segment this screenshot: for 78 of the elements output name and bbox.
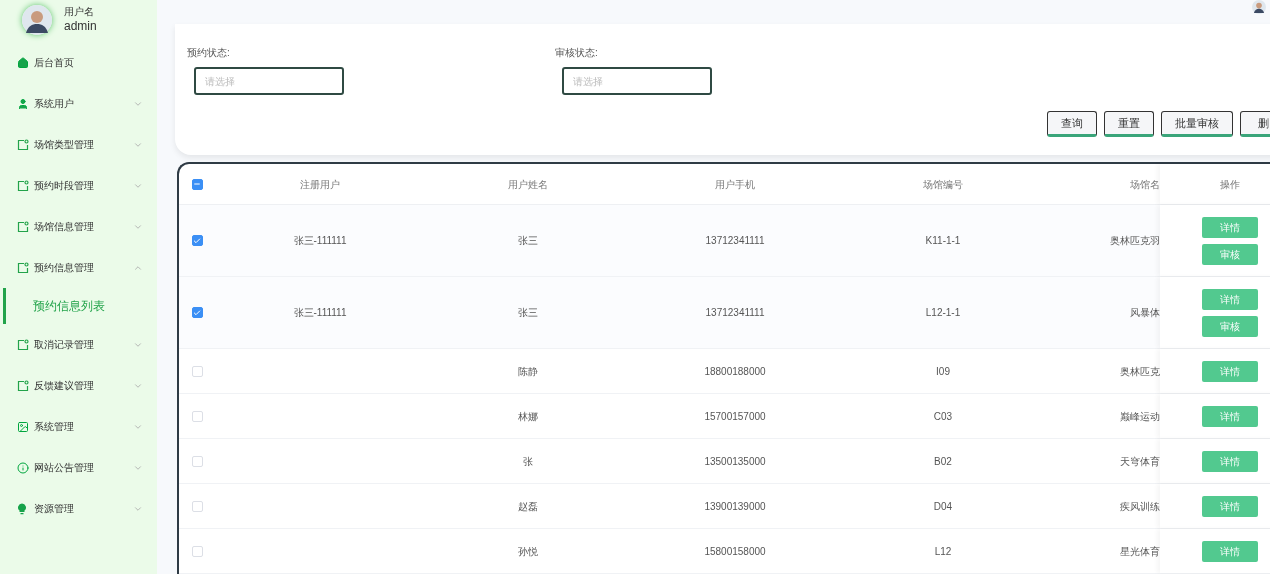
checkbox[interactable] <box>191 235 203 246</box>
table-cell: 张三-111111 <box>293 235 347 246</box>
table-cell: 林娜 <box>517 410 538 422</box>
menu-item[interactable]: 场馆类型管理 <box>0 124 157 165</box>
column-header: 场馆编号 <box>923 178 963 190</box>
table-cell: 15800158000 <box>704 545 766 557</box>
table-cell: 星光体育 <box>1120 545 1160 557</box>
table-cell: 13900139000 <box>704 500 766 512</box>
table-row[interactable]: 张三-111111 张三 13712341111 K11-1-1 奥林匹克羽 详情 审核 <box>179 205 1270 277</box>
menu-item[interactable]: 场馆信息管理 <box>0 206 157 247</box>
note-icon <box>17 138 29 151</box>
note-icon <box>17 261 29 274</box>
table-cell: D04 <box>933 500 953 512</box>
check-icon <box>193 308 201 317</box>
table-cell: B02 <box>934 455 952 467</box>
table-cell: 奥林匹克 <box>1120 365 1160 377</box>
menu-item[interactable]: 后台首页 <box>0 42 157 83</box>
note-icon <box>17 220 29 233</box>
menu-item[interactable]: 反馈建议管理 <box>0 365 157 406</box>
column-header: 场馆名 <box>1130 178 1160 190</box>
column-header: 操作 <box>1220 177 1240 192</box>
menu-item[interactable]: 网站公告管理 <box>0 447 157 488</box>
filter-label: 审核状态: <box>555 46 599 60</box>
avatar <box>22 5 52 35</box>
table-cell: L12 <box>934 545 952 557</box>
table-cell: 张 <box>522 455 533 467</box>
note-icon <box>17 338 29 351</box>
action-button[interactable]: 批量审核 <box>1161 111 1233 137</box>
note-icon <box>17 379 29 392</box>
checkbox[interactable] <box>191 307 203 318</box>
table-cell: 15700157000 <box>704 410 766 422</box>
select-field[interactable]: 请选择 <box>194 67 344 95</box>
table-cell: 奥林匹克羽 <box>1110 235 1160 246</box>
info-icon <box>17 461 29 474</box>
minus-icon <box>193 180 201 188</box>
table-cell: 陈静 <box>517 365 538 377</box>
menu-item[interactable]: 资源管理 <box>0 488 157 529</box>
menu-item[interactable]: 预约时段管理 <box>0 165 157 206</box>
note-icon <box>17 179 29 192</box>
menu-item[interactable]: 系统管理 <box>0 406 157 447</box>
menu-item[interactable]: 系统用户 <box>0 83 157 124</box>
table-cell: 巅峰运动 <box>1120 410 1160 422</box>
table-cell: C03 <box>933 410 953 422</box>
column-header: 注册用户 <box>300 178 340 190</box>
select-field[interactable]: 请选择 <box>562 67 712 95</box>
table-cell: 13500135000 <box>704 455 766 467</box>
table-cell: 风暴体 <box>1130 307 1160 318</box>
home-icon <box>17 56 29 69</box>
menu-item[interactable]: 预约信息管理 <box>0 247 157 288</box>
table-cell: 张三 <box>517 307 538 318</box>
column-header: 用户姓名 <box>507 178 548 190</box>
table-cell: K11-1-1 <box>925 235 961 246</box>
table-cell: I09 <box>936 365 950 377</box>
user-caption: 用户名 <box>64 5 95 17</box>
action-button[interactable]: 查询 <box>1047 111 1097 137</box>
lightbulb-icon <box>17 502 27 515</box>
check-icon <box>193 236 201 245</box>
avatar <box>1252 0 1266 14</box>
table-cell: 13712341111 <box>705 235 765 246</box>
table-cell: 天穹体育 <box>1120 455 1160 467</box>
table-cell: 赵磊 <box>517 500 538 512</box>
table-cell: 张三 <box>517 235 538 246</box>
action-button[interactable]: 删 <box>1240 111 1270 137</box>
image-icon <box>17 420 29 433</box>
filter-label: 预约状态: <box>187 46 231 60</box>
checkbox[interactable] <box>191 178 203 190</box>
table-cell: 张三-111111 <box>293 307 347 318</box>
column-header: 用户手机 <box>715 178 755 190</box>
user-icon <box>17 97 29 110</box>
table-cell: 疾风训练 <box>1120 500 1160 512</box>
table-cell: 13712341111 <box>705 307 765 318</box>
menu-item[interactable]: 取消记录管理 <box>0 324 157 365</box>
action-button[interactable]: 重置 <box>1104 111 1154 137</box>
table-row[interactable]: 张三-111111 张三 13712341111 L12-1-1 风暴体 详情 审核 <box>179 277 1270 349</box>
table-cell: L12-1-1 <box>925 307 961 318</box>
table-cell: 18800188000 <box>704 365 766 377</box>
user-name: admin <box>64 17 97 35</box>
table-cell: 孙悦 <box>517 545 538 557</box>
